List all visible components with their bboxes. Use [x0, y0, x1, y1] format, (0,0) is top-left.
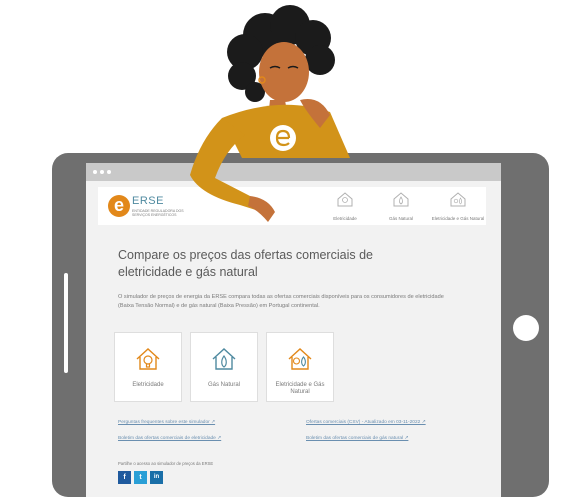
mascot-face — [259, 42, 309, 102]
mascot-illustration — [190, 5, 350, 222]
mascot-pointing-hand — [248, 196, 275, 222]
